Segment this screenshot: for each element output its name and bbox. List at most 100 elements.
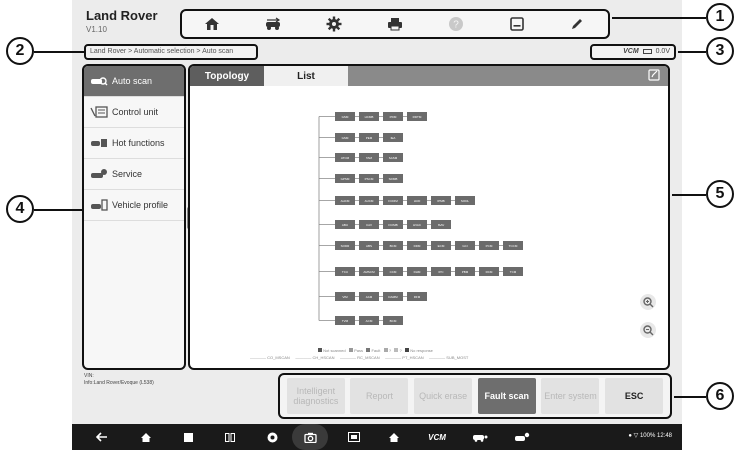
split-screen-icon[interactable]: [220, 424, 240, 450]
topology-node[interactable]: ISAV: [431, 220, 451, 229]
topology-node[interactable]: IPMB: [431, 196, 451, 205]
topology-node[interactable]: TAM: [359, 153, 379, 162]
signal-icons: ● ▽: [628, 433, 640, 439]
help-button[interactable]: ?: [441, 14, 471, 34]
legend-status-label: Pass: [354, 348, 363, 353]
zoom-out-button[interactable]: [640, 322, 656, 338]
topology-node[interactable]: FCIMB: [383, 220, 403, 229]
recents-icon[interactable]: [178, 424, 198, 450]
topology-node[interactable]: SODR: [335, 241, 355, 250]
topology-node[interactable]: VIM: [335, 292, 355, 301]
topology-node[interactable]: TCCM: [503, 241, 523, 250]
callout-1: 1: [706, 3, 734, 31]
topology-node[interactable]: CCM: [383, 267, 403, 276]
sidebar-item-vehicle-profile[interactable]: Vehicle profile: [84, 190, 184, 221]
callout-4: 4: [6, 195, 34, 223]
legend-bus-row: ———— CO_MSCAN ———— CH_HSCAN ———— RC_MSCA…: [250, 355, 469, 360]
topology-node[interactable]: FCDIM: [383, 196, 403, 205]
topology-node[interactable]: PEM: [359, 133, 379, 142]
topology-node[interactable]: ATCM: [335, 153, 355, 162]
topology-node[interactable]: HUD: [407, 196, 427, 205]
topology-node[interactable]: RDTM: [407, 112, 427, 121]
screenshot-icon[interactable]: [344, 424, 364, 450]
edit-button[interactable]: [562, 14, 592, 34]
chrome-icon[interactable]: [262, 424, 282, 450]
topology-node[interactable]: RFM: [407, 292, 427, 301]
topology-node[interactable]: GSM: [335, 112, 355, 121]
pen-icon: [572, 19, 583, 29]
topology-node[interactable]: GCI: [455, 241, 475, 250]
topology-node[interactable]: DHM: [407, 267, 427, 276]
report-button[interactable]: Report: [350, 378, 409, 414]
topology-node[interactable]: DDM: [407, 241, 427, 250]
topology-node[interactable]: PDM: [383, 112, 403, 121]
topology-node[interactable]: ABS: [359, 241, 379, 250]
topology-node[interactable]: BCM: [383, 241, 403, 250]
topology-node[interactable]: TCU: [335, 267, 355, 276]
topology-node[interactable]: SODL: [455, 196, 475, 205]
android-home-icon[interactable]: [136, 424, 156, 450]
sidebar-item-service[interactable]: Service: [84, 159, 184, 190]
vehicle-nav-icon[interactable]: [470, 424, 490, 450]
quick-erase-button[interactable]: Quick erase: [414, 378, 473, 414]
save-button[interactable]: [502, 14, 532, 34]
service-nav-icon[interactable]: [512, 424, 532, 450]
topology-node[interactable]: SDMB: [383, 174, 403, 183]
vcm-voltage: 0.0V: [655, 48, 670, 55]
topology-node[interactable]: GPSM: [335, 174, 355, 183]
print-button[interactable]: [380, 14, 410, 34]
enter-system-button[interactable]: Enter system: [541, 378, 600, 414]
topology-node[interactable]: ABU: [335, 220, 355, 229]
back-icon[interactable]: [92, 424, 112, 450]
app-title: Land Rover: [86, 8, 158, 23]
vcm-nav-icon[interactable]: VCM: [424, 424, 450, 450]
settings-button[interactable]: [319, 14, 349, 34]
esc-button[interactable]: ESC: [605, 378, 664, 414]
topology-node[interactable]: IEA: [383, 133, 403, 142]
sidebar-item-control-unit[interactable]: Control unit: [84, 97, 184, 128]
service-icon: [90, 168, 108, 180]
topology-node[interactable]: AHCM: [335, 196, 355, 205]
topology-node[interactable]: BCM: [383, 316, 403, 325]
legend-bus-label: RC_MSCAN: [357, 355, 380, 360]
edit-note-icon[interactable]: [648, 69, 660, 81]
legend-bus-label: CO_MSCAN: [267, 355, 290, 360]
zoom-in-button[interactable]: [640, 294, 656, 310]
tab-list[interactable]: List: [264, 66, 348, 86]
topology-node[interactable]: SASM: [383, 153, 403, 162]
home-icon: [205, 18, 220, 30]
topology-node[interactable]: RCM: [479, 267, 499, 276]
topology-node[interactable]: HVAC: [407, 220, 427, 229]
breadcrumb: Land Rover > Automatic selection > Auto …: [84, 44, 258, 60]
app-version: V1.10: [86, 25, 107, 34]
topology-node[interactable]: TVM: [335, 316, 355, 325]
topology-node[interactable]: ACM: [359, 316, 379, 325]
topology-node[interactable]: AUCM: [359, 196, 379, 205]
topology-node[interactable]: DAMM: [383, 292, 403, 301]
camera-icon[interactable]: [292, 424, 328, 450]
topology-node[interactable]: PCM: [479, 241, 499, 250]
sidebar-item-label: Vehicle profile: [112, 200, 169, 210]
vin-label: VIN:: [84, 373, 94, 379]
home-button[interactable]: [197, 14, 227, 34]
main-panel: Topology List GSM HCMB PDM RDTM GSM PEM IEA ATC…: [188, 64, 670, 370]
topology-node[interactable]: ECM: [431, 241, 451, 250]
topology-node[interactable]: CAV: [359, 220, 379, 229]
topology-node[interactable]: GSM: [335, 133, 355, 142]
callout-line-6: [674, 396, 706, 398]
tab-topology[interactable]: Topology: [190, 66, 264, 86]
callout-line-4: [34, 209, 82, 211]
sidebar-item-hot-functions[interactable]: Hot functions: [84, 128, 184, 159]
topology-node[interactable]: PBM: [455, 267, 475, 276]
fault-scan-button[interactable]: Fault scan: [477, 378, 536, 414]
topology-node[interactable]: IPC: [431, 267, 451, 276]
topology-node[interactable]: HCMB: [359, 112, 379, 121]
vehicle-swap-button[interactable]: [258, 14, 288, 34]
intelligent-diagnostics-button[interactable]: Intelligent diagnostics: [286, 378, 345, 414]
topology-node[interactable]: AAM: [359, 292, 379, 301]
topology-node[interactable]: TCM: [503, 267, 523, 276]
topology-node[interactable]: AMSCM: [359, 267, 379, 276]
diag-home-icon[interactable]: [384, 424, 404, 450]
topology-node[interactable]: PSCM: [359, 174, 379, 183]
sidebar-item-auto-scan[interactable]: Auto scan: [84, 66, 184, 97]
